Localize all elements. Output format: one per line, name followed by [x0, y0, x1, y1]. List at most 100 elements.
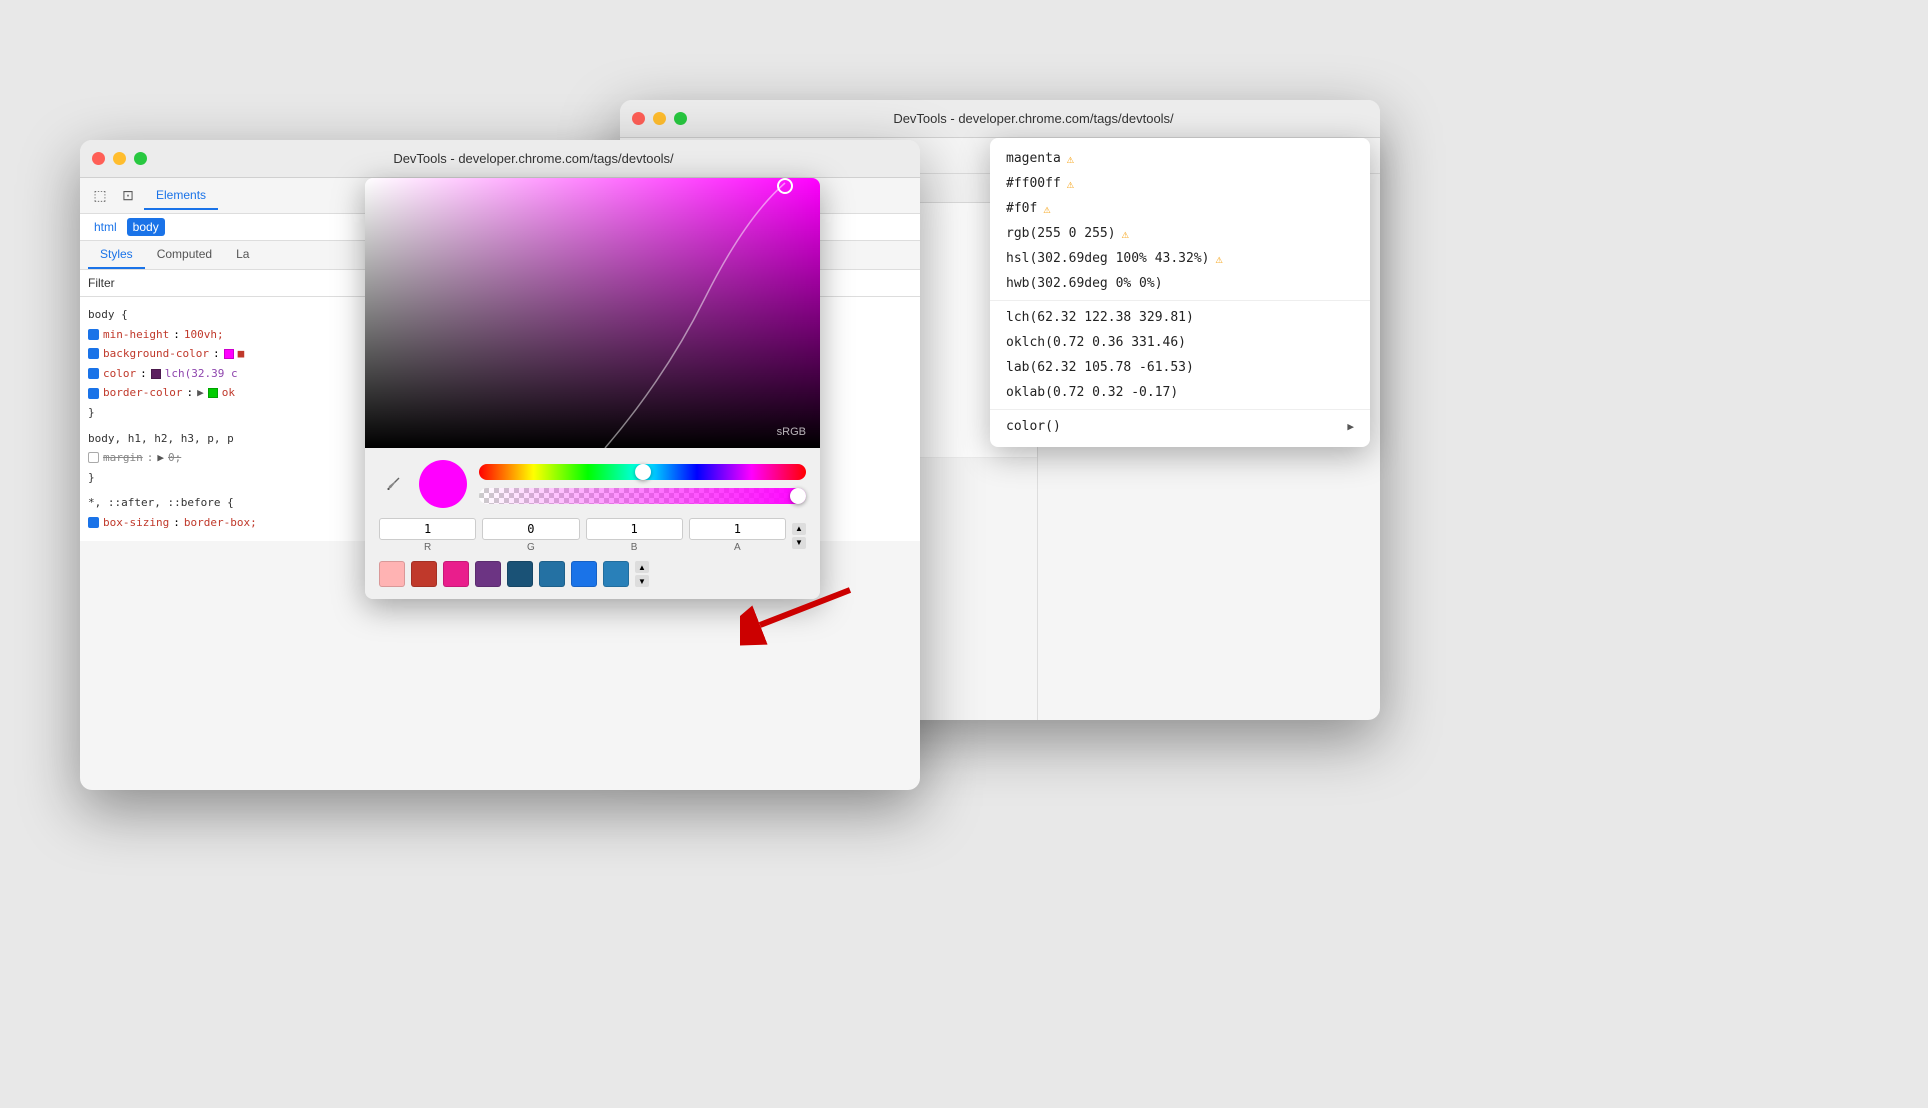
swatch-5[interactable]: [507, 561, 533, 587]
format-ff00ff[interactable]: #ff00ff ⚠: [990, 171, 1370, 196]
rgba-spinner-buttons: ▲ ▼: [792, 523, 806, 549]
srgb-label: sRGB: [777, 426, 806, 438]
swatch-2[interactable]: [411, 561, 437, 587]
eyedropper-button[interactable]: [379, 470, 407, 498]
rgba-label-a: A: [734, 542, 741, 553]
eyedropper-icon: [385, 476, 401, 492]
rgba-field-g: 0 G: [482, 518, 579, 553]
rgba-label-r: R: [424, 542, 431, 553]
swatch-7[interactable]: [571, 561, 597, 587]
checkbox-bordercolor[interactable]: [88, 388, 99, 399]
minimize-button-front[interactable]: [113, 152, 126, 165]
format-lch-label: lch(62.32 122.38 329.81): [1006, 310, 1194, 325]
css-triangle-bordercolor: ▶: [197, 384, 204, 402]
format-oklch-label: oklch(0.72 0.36 331.46): [1006, 335, 1186, 350]
bordercolor-swatch[interactable]: [208, 388, 218, 398]
maximize-button-back[interactable]: [674, 112, 687, 125]
format-color-fn[interactable]: color() ▶: [990, 414, 1370, 439]
swatch-3[interactable]: [443, 561, 469, 587]
format-rgb-warning: ⚠: [1122, 227, 1129, 241]
tab-elements-front[interactable]: Elements: [144, 182, 218, 210]
maximize-button-front[interactable]: [134, 152, 147, 165]
css-val-margin: 0;: [168, 449, 181, 467]
hue-slider[interactable]: [479, 464, 806, 480]
window-buttons-back[interactable]: [632, 112, 687, 125]
format-hsl[interactable]: hsl(302.69deg 100% 43.32%) ⚠: [990, 246, 1370, 271]
close-button-back[interactable]: [632, 112, 645, 125]
css-colon-bgcolor: :: [213, 345, 220, 363]
checkbox-bgcolor[interactable]: [88, 348, 99, 359]
tab-computed-front[interactable]: Computed: [145, 241, 224, 269]
responsive-icon-front[interactable]: ⊡: [116, 184, 140, 208]
format-hwb-label: hwb(302.69deg 0% 0%): [1006, 276, 1163, 291]
css-colon-minheight: :: [173, 326, 180, 344]
rgba-inputs: 1 R 0 G 1 B 1 A ▲ ▼: [379, 518, 806, 553]
format-lab[interactable]: lab(62.32 105.78 -61.53): [990, 355, 1370, 380]
color-swatch[interactable]: [151, 369, 161, 379]
format-rgb[interactable]: rgb(255 0 255) ⚠: [990, 221, 1370, 246]
swatch-8[interactable]: [603, 561, 629, 587]
minimize-button-back[interactable]: [653, 112, 666, 125]
format-hsl-label: hsl(302.69deg 100% 43.32%): [1006, 251, 1210, 266]
css-val-boxsizing: border-box;: [184, 514, 257, 532]
rgba-up-button[interactable]: ▲: [792, 523, 806, 535]
rgba-input-a[interactable]: 1: [689, 518, 786, 540]
css-colon-margin: :: [147, 449, 154, 467]
tab-layout-front[interactable]: La: [224, 241, 261, 269]
breadcrumb-body[interactable]: body: [127, 218, 165, 236]
hue-thumb[interactable]: [635, 464, 651, 480]
alpha-thumb[interactable]: [790, 488, 806, 504]
format-oklab[interactable]: oklab(0.72 0.32 -0.17): [990, 380, 1370, 405]
css-prop-bordercolor: border-color: [103, 384, 182, 402]
css-colon-color: :: [140, 365, 147, 383]
picker-controls: 1 R 0 G 1 B 1 A ▲ ▼: [365, 448, 820, 599]
format-ff00ff-warning: ⚠: [1067, 177, 1074, 191]
rgba-input-b[interactable]: 1: [586, 518, 683, 540]
rgba-input-r[interactable]: 1: [379, 518, 476, 540]
inspect-icon-front[interactable]: ⬚: [88, 184, 112, 208]
color-preview-row: [379, 460, 806, 508]
close-button-front[interactable]: [92, 152, 105, 165]
css-selector-universal-text: *, ::after, ::before {: [88, 494, 234, 512]
titlebar-back: DevTools - developer.chrome.com/tags/dev…: [620, 100, 1380, 138]
color-circle-preview: [419, 460, 467, 508]
swatch-1[interactable]: [379, 561, 405, 587]
format-oklab-label: oklab(0.72 0.32 -0.17): [1006, 385, 1178, 400]
format-f0f[interactable]: #f0f ⚠: [990, 196, 1370, 221]
alpha-slider[interactable]: [479, 488, 806, 504]
color-gradient-area[interactable]: sRGB: [365, 178, 820, 448]
window-title-front: DevTools - developer.chrome.com/tags/dev…: [159, 151, 908, 166]
rgba-field-b: 1 B: [586, 518, 683, 553]
window-buttons-front[interactable]: [92, 152, 147, 165]
tab-styles-front[interactable]: Styles: [88, 241, 145, 269]
color-picker-popup: sRGB: [365, 178, 820, 599]
format-magenta-warning: ⚠: [1067, 152, 1074, 166]
format-color-arrow-icon: ▶: [1347, 420, 1354, 433]
swatch-spinner-buttons: ▲ ▼: [635, 561, 649, 587]
format-rgb-label: rgb(255 0 255): [1006, 226, 1116, 241]
format-color-fn-label: color(): [1006, 419, 1061, 434]
format-lch[interactable]: lch(62.32 122.38 329.81): [990, 305, 1370, 330]
window-title-back: DevTools - developer.chrome.com/tags/dev…: [699, 111, 1368, 126]
checkbox-minheight[interactable]: [88, 329, 99, 340]
swatch-4[interactable]: [475, 561, 501, 587]
checkbox-margin[interactable]: [88, 452, 99, 463]
format-lab-label: lab(62.32 105.78 -61.53): [1006, 360, 1194, 375]
breadcrumb-html[interactable]: html: [88, 218, 123, 236]
css-prop-color: color: [103, 365, 136, 383]
rgba-down-button[interactable]: ▼: [792, 537, 806, 549]
swatch-6[interactable]: [539, 561, 565, 587]
css-val-bgcolor: ■: [238, 345, 245, 363]
format-oklch[interactable]: oklch(0.72 0.36 331.46): [990, 330, 1370, 355]
bgcolor-swatch[interactable]: [224, 349, 234, 359]
rgba-label-g: G: [527, 542, 535, 553]
css-prop-bgcolor: background-color: [103, 345, 209, 363]
checkbox-boxsizing[interactable]: [88, 517, 99, 528]
rgba-input-g[interactable]: 0: [482, 518, 579, 540]
css-selector-body-h-text: body, h1, h2, h3, p, p: [88, 430, 234, 448]
checkbox-color[interactable]: [88, 368, 99, 379]
format-hwb[interactable]: hwb(302.69deg 0% 0%): [990, 271, 1370, 296]
swatch-up-button[interactable]: ▲: [635, 561, 649, 573]
format-magenta[interactable]: magenta ⚠: [990, 146, 1370, 171]
swatch-down-button[interactable]: ▼: [635, 575, 649, 587]
